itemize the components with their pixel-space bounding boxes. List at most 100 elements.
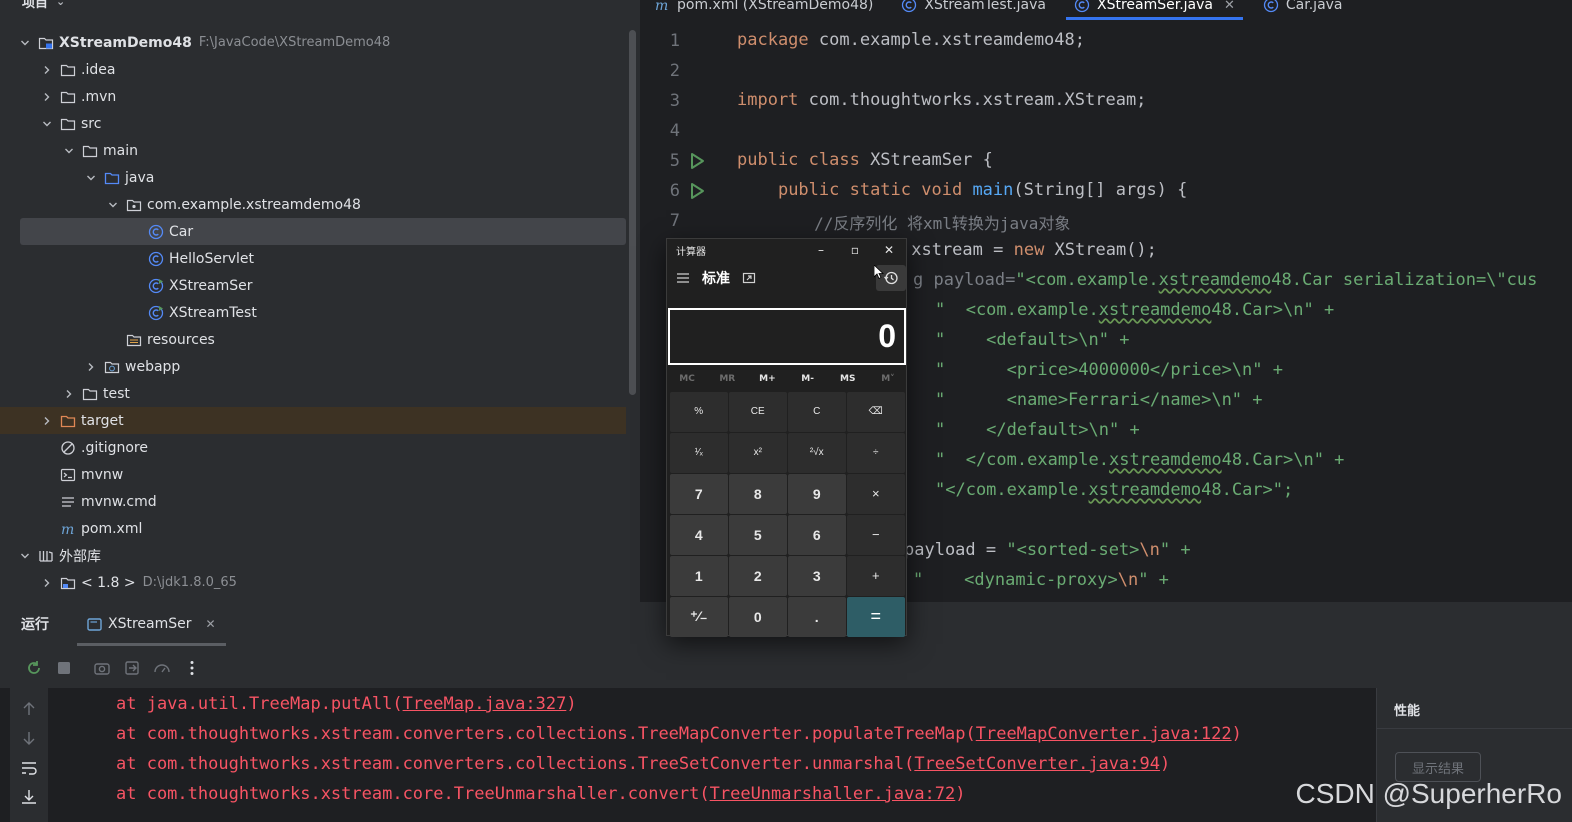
chevron-down-icon[interactable] [84,171,98,185]
memory-add-button[interactable]: M+ [747,369,787,389]
code-line-5[interactable]: public class XStreamSer { [737,150,993,170]
code-line-16[interactable]: "</com.example.xstreamdemo48.Car>"; [935,480,1293,500]
memory-list-button[interactable]: M˅ [868,369,908,389]
tree-item-test[interactable]: test [0,380,626,407]
code-line-1[interactable]: package com.example.xstreamdemo48; [737,30,1085,50]
square-key[interactable]: x² [729,433,787,473]
digit-5-key[interactable]: 5 [729,515,787,555]
editor-tab-xstreamser[interactable]: XStreamSer.java ✕ [1060,0,1249,20]
negate-key[interactable]: ⁺⁄₋ [670,597,728,637]
gauge-icon[interactable] [152,658,172,678]
add-key[interactable]: + [847,556,905,596]
chevron-right-icon[interactable] [40,576,54,590]
keep-on-top-icon[interactable] [742,271,756,285]
multiply-key[interactable]: × [847,474,905,514]
source-link[interactable]: TreeUnmarshaller.java:72 [710,784,956,804]
clear-key[interactable]: C [788,392,846,432]
tree-item-resources[interactable]: resources [0,326,626,353]
code-line-12[interactable]: " <price>4000000</price>\n" + [935,360,1283,380]
memory-subtract-button[interactable]: M- [788,369,828,389]
code-line-7[interactable]: //反序列化 将xml转换为java对象 [737,210,1070,234]
source-link[interactable]: TreeSetConverter.java:94 [914,754,1160,774]
memory-store-button[interactable]: MS [828,369,868,389]
tree-item-idea[interactable]: .idea [0,56,626,83]
code-line-14[interactable]: " </default>\n" + [935,420,1140,440]
digit-7-key[interactable]: 7 [670,474,728,514]
tree-item-mvnw[interactable]: mvnw [0,461,626,488]
stop-icon[interactable] [54,658,74,678]
square-root-key[interactable]: ²√x [788,433,846,473]
equals-key[interactable]: = [847,597,905,637]
console-output[interactable]: at java.util.TreeMap.putAll(TreeMap.java… [0,688,1376,822]
tree-item-helloservlet[interactable]: HelloServlet [0,245,626,272]
digit-4-key[interactable]: 4 [670,515,728,555]
tree-item-pom-xml[interactable]: m pom.xml [0,515,626,542]
decimal-key[interactable]: . [788,597,846,637]
tree-item-target[interactable]: target [0,407,626,434]
run-main-icon[interactable] [688,182,706,200]
source-link[interactable]: TreeMap.java:327 [403,694,567,714]
digit-0-key[interactable]: 0 [729,597,787,637]
chevron-right-icon[interactable] [84,360,98,374]
editor-tab-xstreamtest[interactable]: XStreamTest.java [887,0,1060,20]
tree-item-com-example-xstreamdemo48[interactable]: com.example.xstreamdemo48 [0,191,626,218]
minimize-button[interactable]: – [804,239,838,261]
tree-item-[interactable]: 外部库 [0,542,626,569]
close-icon[interactable]: ✕ [1224,0,1235,13]
tree-item-gitignore[interactable]: .gitignore [0,434,626,461]
code-line-8[interactable]: xstream = new XStream(); [901,240,1157,260]
camera-icon[interactable] [92,658,112,678]
tree-item-mvnw-cmd[interactable]: mvnw.cmd [0,488,626,515]
hamburger-menu-icon[interactable] [676,271,690,285]
reciprocal-key[interactable]: ¹⁄ₓ [670,433,728,473]
editor-tab-pom[interactable]: m pom.xml (XStreamDemo48) [640,0,887,20]
chevron-right-icon[interactable] [40,414,54,428]
code-line-3[interactable]: import com.thoughtworks.xstream.XStream; [737,90,1146,110]
memory-clear-button[interactable]: MC [667,369,707,389]
chevron-down-icon[interactable] [106,198,120,212]
calculator-titlebar[interactable]: 计算器 – ▫ ✕ [667,239,908,261]
chevron-right-icon[interactable] [40,90,54,104]
chevron-right-icon[interactable] [62,387,76,401]
tree-item-src[interactable]: src [0,110,626,137]
tree-item-car[interactable]: Car [20,218,626,245]
code-line-10[interactable]: " <com.example.xstreamdemo48.Car>\n" + [935,300,1334,320]
chevron-down-icon[interactable] [18,36,32,50]
source-link[interactable]: TreeMapConverter.java:122 [976,724,1232,744]
tree-item-xstreamtest[interactable]: XStreamTest [0,299,626,326]
run-tab-xstreamser[interactable]: XStreamSer ✕ [77,602,226,646]
editor-tab-car[interactable]: Car.java [1249,0,1357,20]
scroll-to-end-icon[interactable] [20,788,38,806]
chevron-down-icon[interactable] [62,144,76,158]
chevron-down-icon[interactable]: ⌄ [56,0,65,8]
arrow-up-icon[interactable] [20,700,38,718]
project-tree-scrollbar[interactable] [629,30,636,395]
digit-2-key[interactable]: 2 [729,556,787,596]
tree-item-xstreamdemo48[interactable]: XStreamDemo48 F:\JavaCode\XStreamDemo48 [0,29,626,56]
tree-item-webapp[interactable]: webapp [0,353,626,380]
backspace-key[interactable]: ⌫ [847,392,905,432]
chevron-right-icon[interactable] [40,63,54,77]
clear-entry-key[interactable]: CE [729,392,787,432]
more-icon[interactable] [182,658,202,678]
digit-6-key[interactable]: 6 [788,515,846,555]
exit-icon[interactable] [122,658,142,678]
percent-key[interactable]: % [670,392,728,432]
tree-item-1-8[interactable]: < 1.8 > D:\jdk1.8.0_65 [0,569,626,596]
digit-9-key[interactable]: 9 [788,474,846,514]
code-line-13[interactable]: " <name>Ferrari</name>\n" + [935,390,1263,410]
tree-item-xstreamser[interactable]: XStreamSer [0,272,626,299]
tree-item-java[interactable]: java [0,164,626,191]
calculator-window[interactable]: 计算器 – ▫ ✕ 标准 0 MC MR M+ M- MS M˅ % CE C ⌫ ¹⁄… [666,238,908,637]
chevron-down-icon[interactable] [40,117,54,131]
chevron-down-icon[interactable] [18,549,32,563]
digit-3-key[interactable]: 3 [788,556,846,596]
subtract-key[interactable]: − [847,515,905,555]
tree-item-mvn[interactable]: .mvn [0,83,626,110]
divide-key[interactable]: ÷ [847,433,905,473]
soft-wrap-icon[interactable] [20,759,38,777]
project-panel-header[interactable]: 项目 ⌄ [0,0,65,14]
tree-item-main[interactable]: main [0,137,626,164]
code-line-9[interactable]: g payload="<com.example.xstreamdemo48.Ca… [913,270,1537,290]
maximize-button[interactable]: ▫ [838,239,872,261]
